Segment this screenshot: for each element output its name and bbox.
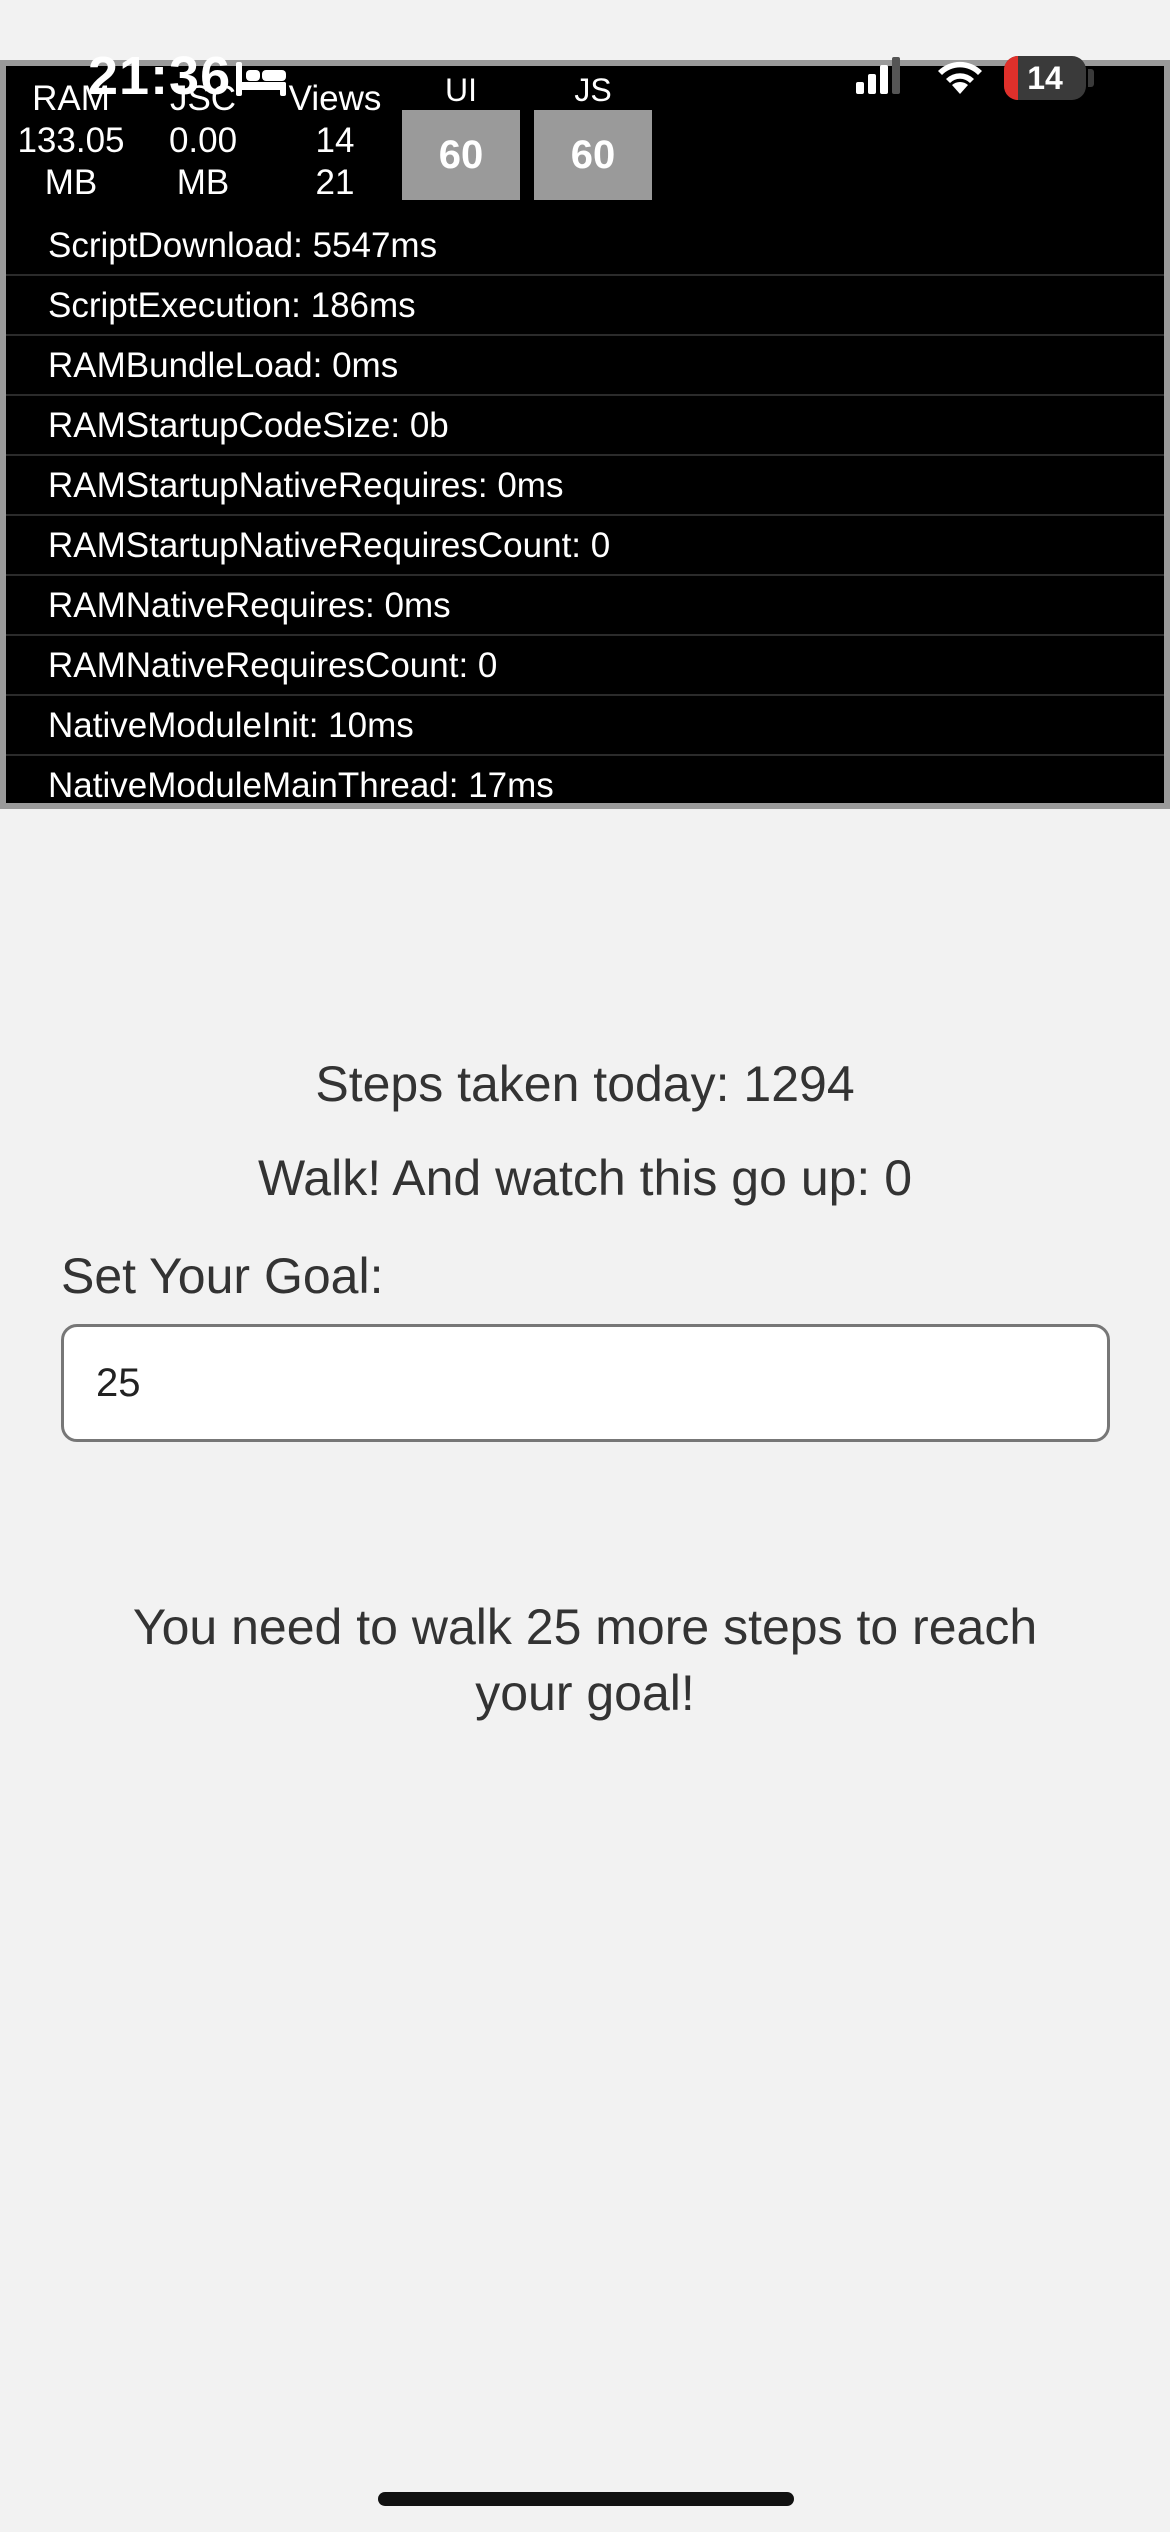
fps-label: JS — [574, 72, 612, 108]
wifi-icon — [938, 61, 982, 94]
metric-row: RAMBundleLoad: 0ms — [6, 336, 1164, 396]
metric-row: RAMStartupNativeRequires: 0ms — [6, 456, 1164, 516]
home-indicator[interactable] — [378, 2492, 794, 2506]
metric-row: RAMNativeRequires: 0ms — [6, 576, 1164, 636]
goal-input[interactable] — [61, 1324, 1110, 1442]
metric-row: NativeModuleMainThread: 17ms — [48, 766, 554, 805]
metric-row: NativeModuleInit: 10ms — [6, 696, 1164, 756]
fps-js: JS 60 — [534, 72, 652, 200]
metric-row: RAMStartupCodeSize: 0b — [6, 396, 1164, 456]
fps-value: 60 — [534, 110, 652, 200]
battery-icon: 14 — [1004, 56, 1086, 100]
stat-unit: MB — [176, 163, 230, 202]
fps-label: UI — [445, 72, 477, 108]
walk-counter-text: Walk! And watch this go up: 0 — [257, 1150, 913, 1206]
metric-row: RAMNativeRequiresCount: 0 — [6, 636, 1164, 696]
metric-row: ScriptExecution: 186ms — [6, 276, 1164, 336]
metric-row: RAMStartupNativeRequiresCount: 0 — [6, 516, 1164, 576]
perf-monitor[interactable]: RAM 133.05 MB JSC 0.00 MB Views 14 21 UI… — [0, 60, 1170, 809]
metrics-list[interactable]: ScriptDownload: 5547ms ScriptExecution: … — [6, 216, 1164, 816]
stat-unit: 21 — [315, 163, 355, 202]
battery-fill — [1004, 56, 1018, 100]
steps-today-text: Steps taken today: 1294 — [315, 1056, 855, 1112]
battery-tip — [1088, 69, 1094, 87]
metric-row: ScriptDownload: 5547ms — [6, 216, 1164, 276]
stat-value: 133.05 — [17, 121, 125, 160]
battery-level: 14 — [1027, 60, 1063, 96]
fps-ui: UI 60 — [402, 72, 520, 200]
app-screen: RAM 133.05 MB JSC 0.00 MB Views 14 21 UI… — [0, 0, 1170, 2532]
stat-views: Views 14 21 — [270, 78, 400, 204]
stat-value: 0.00 — [168, 121, 238, 160]
sleep-focus-icon — [236, 62, 286, 96]
stat-value: 14 — [315, 121, 355, 160]
cellular-signal-icon — [856, 57, 900, 94]
stat-unit: MB — [44, 163, 98, 202]
status-time: 21:36 — [88, 46, 232, 106]
fps-value: 60 — [402, 110, 520, 200]
stat-label: Views — [288, 79, 382, 118]
remaining-steps-message: You need to walk 25 more steps to reach … — [132, 1599, 1038, 1721]
goal-label: Set Your Goal: — [61, 1248, 384, 1304]
